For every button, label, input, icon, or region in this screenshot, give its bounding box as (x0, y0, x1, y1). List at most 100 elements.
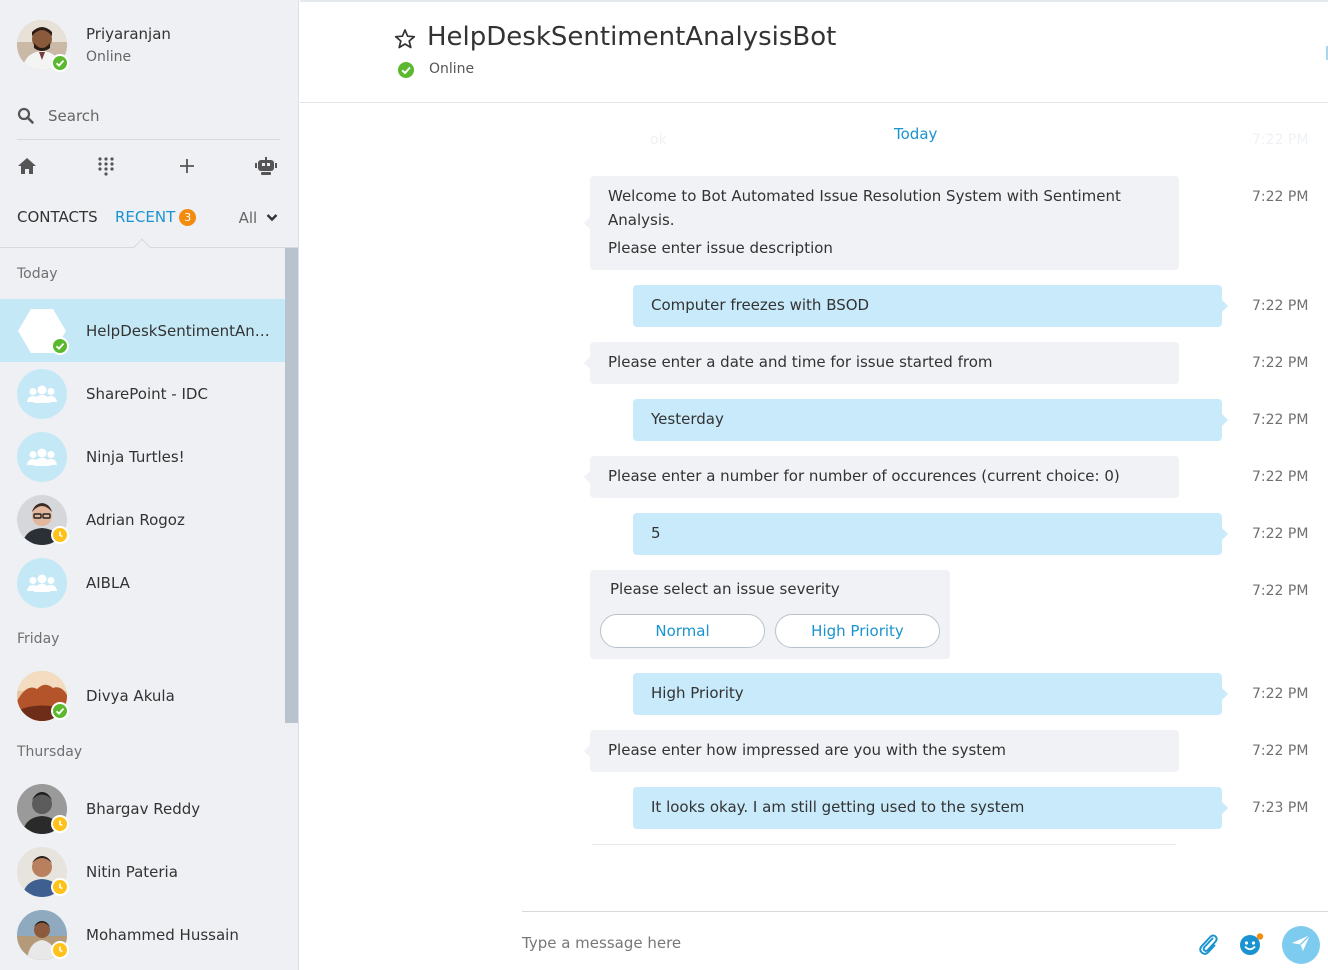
contact-tabs: CONTACTS RECENT 3 All (17, 205, 287, 235)
star-icon[interactable] (394, 28, 416, 54)
message-text: Please select an issue severity (610, 580, 840, 598)
message-time: 7:22 PM (1252, 469, 1309, 485)
contact-name: Mohammed Hussain (86, 926, 239, 944)
filter-label: All (238, 209, 258, 227)
away-clock-icon (51, 941, 69, 959)
message-line: Welcome to Bot Automated Issue Resolutio… (608, 187, 1121, 205)
contact-name: AIBLA (86, 574, 130, 592)
section-label-thursday: Thursday (17, 744, 83, 760)
contact-item-sharepoint-idc[interactable]: SharePoint - IDC (0, 362, 285, 425)
sidebar: Priyaranjan Online CONTACTS RECENT3 All (0, 0, 299, 970)
group-icon (17, 432, 67, 482)
chat-panel: HelpDeskSentimentAnalysisBot Online ok 7… (300, 0, 1328, 970)
contact-item-aibla[interactable]: AIBLA (0, 551, 285, 614)
chat-title[interactable]: HelpDeskSentimentAnalysisBot (427, 22, 836, 52)
dialpad-icon[interactable] (94, 154, 118, 178)
message-time: 7:22 PM (1252, 189, 1309, 205)
contact-item-mohammed-hussain[interactable]: Mohammed Hussain (0, 903, 285, 966)
contact-name: SharePoint - IDC (86, 385, 208, 403)
message-time: 7:22 PM (1252, 412, 1309, 428)
tab-contacts[interactable]: CONTACTS (17, 208, 98, 226)
message-time: 7:22 PM (1252, 298, 1309, 314)
contact-item-divya-akula[interactable]: Divya Akula (0, 664, 285, 727)
profile-name: Priyaranjan (86, 25, 171, 43)
chat-status: Online (429, 61, 475, 77)
message-time: 7:22 PM (1252, 526, 1309, 542)
bot-message: Please enter a number for number of occu… (584, 456, 1179, 498)
message-text: It looks okay. I am still getting used t… (651, 798, 1025, 816)
user-message: It looks okay. I am still getting used t… (633, 787, 1228, 829)
add-icon[interactable] (175, 154, 199, 178)
user-message: High Priority (633, 673, 1228, 715)
high-priority-button[interactable]: High Priority (775, 614, 940, 648)
contact-item-adrian-rogoz[interactable]: Adrian Rogoz (0, 488, 285, 551)
contact-name: Adrian Rogoz (86, 511, 185, 529)
recent-count-badge: 3 (179, 209, 197, 226)
message-text: Please enter a date and time for issue s… (608, 353, 993, 371)
profile-status[interactable]: Online (86, 49, 131, 65)
online-status-icon (398, 62, 414, 78)
day-separator: Today (894, 125, 938, 143)
section-label-friday: Friday (17, 631, 60, 647)
bot-message: Please enter a date and time for issue s… (584, 342, 1179, 384)
message-time: 7:22 PM (1252, 743, 1309, 759)
message-text: Computer freezes with BSOD (651, 296, 870, 314)
severity-choice-card: Please select an issue severity Normal H… (590, 570, 950, 659)
normal-button[interactable]: Normal (600, 614, 765, 648)
message-input[interactable] (522, 930, 1162, 956)
tab-recent[interactable]: RECENT 3 (115, 208, 197, 226)
message-time: 7:23 PM (1252, 800, 1309, 816)
bot-message: Welcome to Bot Automated Issue Resolutio… (584, 176, 1179, 270)
message-line: Analysis. (608, 211, 675, 229)
user-message: 5 (633, 513, 1228, 555)
sidebar-scrollbar[interactable] (285, 248, 298, 723)
user-message: Computer freezes with BSOD (633, 285, 1228, 327)
filter-dropdown[interactable]: All (239, 208, 278, 227)
message-time: 7:22 PM (1252, 583, 1309, 599)
contact-name: HelpDeskSentimentAnal... (86, 322, 276, 340)
online-status-icon (51, 702, 69, 720)
tab-recent-label: RECENT (115, 208, 176, 226)
user-message: Yesterday (633, 399, 1228, 441)
recent-list: Today HelpDeskSentimentAnal... SharePoin… (0, 248, 298, 970)
group-icon (17, 558, 67, 608)
chevron-down-icon (266, 208, 278, 226)
chat-header: HelpDeskSentimentAnalysisBot Online (300, 2, 1328, 103)
contact-item-nitin-pateria[interactable]: Nitin Pateria (0, 840, 285, 903)
bot-message: Please enter how impressed are you with … (584, 730, 1179, 772)
contact-item-helpdeskbot[interactable]: HelpDeskSentimentAnal... (0, 299, 285, 362)
away-clock-icon (51, 815, 69, 833)
contact-item-bhargav-reddy[interactable]: Bhargav Reddy (0, 777, 285, 840)
message-time: 7:22 PM (1252, 355, 1309, 371)
faded-message-text: ok (650, 132, 667, 148)
message-line: Please enter issue description (608, 239, 833, 257)
home-icon[interactable] (15, 154, 39, 178)
message-list: ok 7:22 PM Today Welcome to Bot Automate… (300, 103, 1328, 883)
send-icon (1290, 933, 1312, 957)
message-composer (522, 911, 1328, 970)
send-button[interactable] (1282, 926, 1320, 964)
profile[interactable]: Priyaranjan Online (17, 20, 287, 72)
contact-item-ninja-turtles[interactable]: Ninja Turtles! (0, 425, 285, 488)
profile-status-dot (51, 54, 69, 72)
bot-icon[interactable] (254, 154, 278, 178)
online-status-icon (51, 337, 69, 355)
group-icon (17, 369, 67, 419)
contact-name: Divya Akula (86, 687, 175, 705)
contact-name: Ninja Turtles! (86, 448, 185, 466)
message-text: Yesterday (651, 410, 724, 428)
section-label-today: Today (17, 266, 58, 282)
message-text: 5 (651, 524, 661, 542)
faded-message-time: 7:22 PM (1252, 132, 1309, 148)
icon-bar (17, 152, 280, 180)
emoticon-icon[interactable] (1239, 932, 1265, 960)
away-clock-icon (51, 526, 69, 544)
search-box[interactable] (17, 100, 280, 140)
search-icon (17, 107, 35, 129)
message-text: Please enter a number for number of occu… (608, 467, 1120, 485)
message-text: Please enter how impressed are you with … (608, 741, 1007, 759)
away-clock-icon (51, 878, 69, 896)
search-input[interactable] (48, 104, 268, 128)
paperclip-icon[interactable] (1197, 932, 1219, 960)
message-time: 7:22 PM (1252, 686, 1309, 702)
